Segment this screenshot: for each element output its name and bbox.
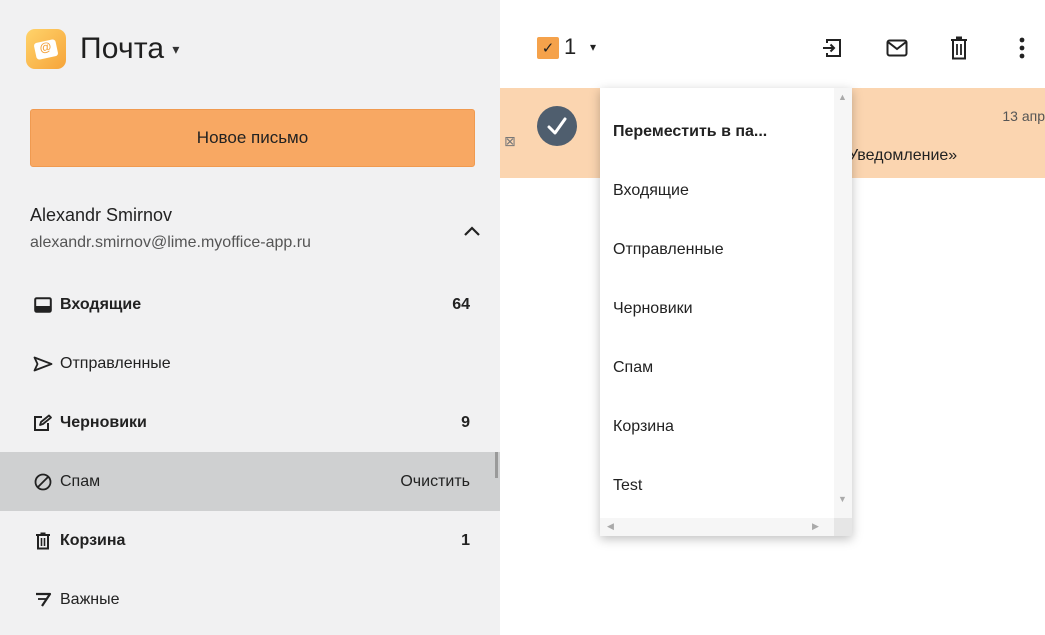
move-to-folder-dropdown: Переместить в па... Входящие Отправленны… [600, 88, 852, 536]
message-date: 13 апр [1002, 108, 1045, 124]
envelope-icon [886, 39, 908, 57]
dropdown-title: Переместить в па... [613, 122, 768, 140]
folder-list: Входящие 64 Отправленные Черновики 9 Спа… [0, 275, 500, 629]
flag-icon[interactable]: ⊠ [504, 133, 516, 150]
sidebar-item-trash[interactable]: Корзина 1 [0, 511, 500, 570]
sidebar-resize-handle[interactable] [495, 452, 498, 478]
sidebar: Почта ▾ Новое письмо Alexandr Smirnov al… [0, 0, 500, 635]
vertical-scrollbar[interactable]: ▲ ▼ [834, 88, 852, 518]
dropdown-item-drafts[interactable]: Черновики [600, 279, 834, 338]
message-subject: Уведомление» [848, 147, 958, 164]
trash-icon [32, 531, 54, 551]
trash-icon [951, 36, 967, 60]
more-actions-button[interactable] [1008, 34, 1036, 62]
dropdown-item-inbox[interactable]: Входящие [600, 161, 834, 220]
scroll-left-arrow-icon[interactable]: ◀ [607, 521, 614, 532]
account-email: alexandr.smirnov@lime.myoffice-app.ru [30, 234, 311, 251]
selection-caret-icon[interactable]: ▾ [590, 40, 596, 54]
account-name: Alexandr Smirnov [30, 205, 173, 225]
scroll-up-arrow-icon[interactable]: ▲ [838, 92, 847, 102]
sidebar-item-label: Входящие [60, 295, 142, 313]
unread-count: 9 [461, 413, 470, 431]
unread-count: 64 [452, 295, 470, 313]
sidebar-item-label: Корзина [60, 531, 126, 549]
sidebar-item-inbox[interactable]: Входящие 64 [0, 275, 500, 334]
app-switcher[interactable]: Почта ▾ [26, 24, 179, 74]
sidebar-item-label: Спам [60, 472, 101, 490]
horizontal-scrollbar[interactable]: ◀ ▶ [600, 518, 834, 536]
delete-button[interactable] [945, 34, 973, 62]
sidebar-item-label: Важные [60, 590, 120, 608]
sidebar-item-label: Черновики [60, 413, 147, 431]
new-message-button[interactable]: Новое письмо [30, 109, 475, 167]
selected-count: 1 [564, 34, 577, 59]
mail-app-logo-icon [26, 29, 66, 69]
move-to-folder-icon [823, 39, 841, 57]
dropdown-item-sent[interactable]: Отправленные [600, 220, 834, 279]
chevron-up-icon[interactable] [462, 223, 482, 239]
sidebar-item-drafts[interactable]: Черновики 9 [0, 393, 500, 452]
sidebar-item-important[interactable]: Важные [0, 570, 500, 629]
message-toolbar: ✓ 1 ▾ [500, 0, 1045, 88]
scroll-down-arrow-icon[interactable]: ▼ [838, 494, 847, 504]
dropdown-item-test[interactable]: Test [600, 456, 834, 515]
clear-spam-button[interactable]: Очистить [400, 473, 470, 491]
mark-unread-button[interactable] [883, 34, 911, 62]
spam-icon [32, 472, 54, 492]
sidebar-item-spam[interactable]: Спам Очистить [0, 452, 500, 511]
inbox-icon [32, 295, 54, 315]
dropdown-list: Переместить в па... Входящие Отправленны… [600, 102, 834, 515]
scrollbar-corner [834, 518, 852, 536]
dropdown-item-trash[interactable]: Корзина [600, 397, 834, 456]
account-section[interactable]: Alexandr Smirnov alexandr.smirnov@lime.m… [30, 205, 490, 265]
important-icon [32, 590, 54, 610]
dropdown-item-spam[interactable]: Спам [600, 338, 834, 397]
move-to-folder-button[interactable] [818, 34, 846, 62]
sidebar-item-label: Отправленные [60, 354, 171, 372]
app-title: Почта [80, 32, 165, 65]
draft-icon [32, 413, 54, 433]
avatar-checked[interactable] [537, 106, 577, 146]
check-icon [547, 117, 567, 135]
chevron-down-icon: ▾ [172, 40, 180, 57]
send-icon [32, 354, 54, 374]
select-all-checkbox[interactable]: ✓ [537, 37, 559, 59]
unread-count: 1 [461, 531, 470, 549]
sidebar-item-sent[interactable]: Отправленные [0, 334, 500, 393]
more-vertical-icon [1019, 37, 1025, 59]
scroll-right-arrow-icon[interactable]: ▶ [812, 521, 819, 532]
